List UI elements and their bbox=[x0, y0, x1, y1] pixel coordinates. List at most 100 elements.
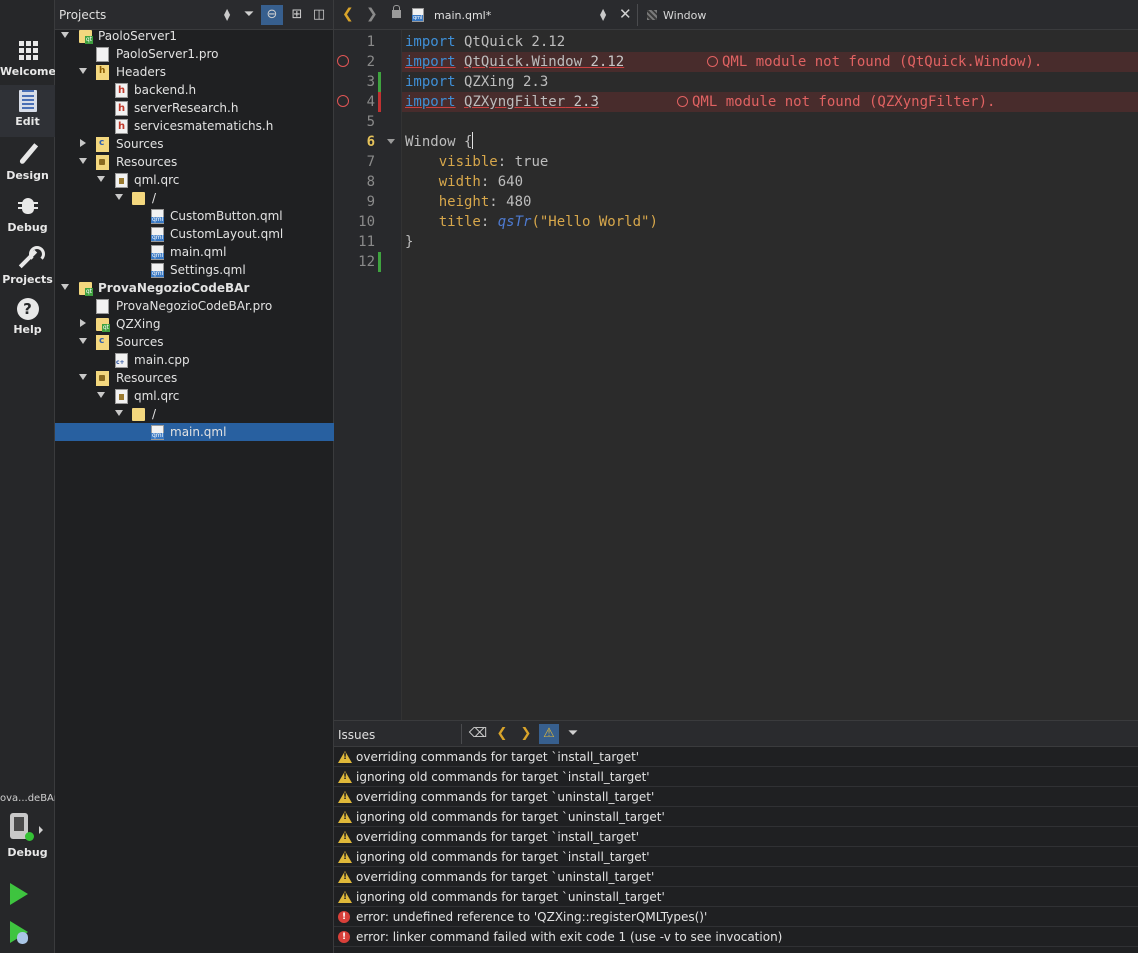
tree-item-folder[interactable]: Headers bbox=[55, 63, 334, 81]
tree-item-file[interactable]: Settings.qml bbox=[55, 261, 334, 279]
editor-toolbar: ❮ ❯ main.qml* ▲▼ ✕ Window bbox=[334, 0, 1138, 30]
clean-issues-button[interactable]: ⌫ bbox=[468, 724, 488, 744]
tree-item-file[interactable]: servicesmatematichs.h bbox=[55, 117, 334, 136]
issue-row[interactable]: ! error: linker command failed with exit … bbox=[334, 927, 1138, 947]
headers-folder-icon bbox=[96, 65, 109, 80]
tree-item-folder[interactable]: Sources bbox=[55, 135, 334, 153]
tree-item-file[interactable]: CustomButton.qml bbox=[55, 207, 334, 225]
issue-row[interactable]: ignoring old commands for target `uninst… bbox=[334, 887, 1138, 907]
mode-design[interactable]: Design bbox=[0, 137, 55, 189]
mode-help[interactable]: ? Help bbox=[0, 293, 55, 345]
expand-arrow-icon bbox=[97, 392, 105, 398]
tree-item-label: ProvaNegozioCodeBAr bbox=[98, 281, 250, 295]
close-document-button[interactable]: ✕ bbox=[619, 6, 632, 22]
tree-item-file[interactable]: serverResearch.h bbox=[55, 99, 334, 118]
link-with-editor-button[interactable]: ⊖ bbox=[261, 5, 283, 25]
go-forward-button[interactable]: ❯ bbox=[366, 7, 378, 21]
warning-icon bbox=[338, 771, 352, 783]
tree-item-folder[interactable]: / bbox=[55, 405, 334, 423]
tree-item-file[interactable]: qml.qrc bbox=[55, 171, 334, 189]
tree-item-folder[interactable]: Resources bbox=[55, 369, 334, 387]
kit-selector-button[interactable]: Debug bbox=[0, 808, 55, 860]
warning-icon bbox=[338, 851, 352, 863]
tree-item-file[interactable]: qml.qrc bbox=[55, 387, 334, 405]
tree-item-folder[interactable]: / bbox=[55, 189, 334, 207]
line-number: 11 bbox=[358, 234, 375, 250]
show-warnings-toggle[interactable]: ⚠ bbox=[539, 724, 559, 744]
updown-arrows-icon: ▲ ▼ bbox=[600, 7, 607, 22]
run-button[interactable] bbox=[10, 883, 28, 905]
folder-icon bbox=[132, 192, 145, 205]
warning-icon bbox=[338, 791, 352, 803]
expand-arrow-icon bbox=[39, 826, 43, 834]
issue-row[interactable]: ignoring old commands for target `uninst… bbox=[334, 807, 1138, 827]
tree-item-label: CustomLayout.qml bbox=[170, 227, 284, 241]
mode-welcome[interactable]: Welcome bbox=[0, 33, 56, 85]
tree-item-file[interactable]: ProvaNegozioCodeBAr.pro bbox=[55, 297, 334, 315]
mode-edit[interactable]: Edit bbox=[0, 85, 55, 137]
inline-diagnostic: QML module not found (QZXyngFilter). bbox=[677, 92, 995, 112]
code-text: QtQuick 2.12 bbox=[455, 34, 566, 50]
tree-item-file[interactable]: backend.h bbox=[55, 81, 334, 100]
issue-row[interactable]: ! error: undefined reference to 'QZXing::… bbox=[334, 907, 1138, 927]
code-property: height bbox=[438, 194, 490, 210]
issue-row[interactable]: overriding commands for target `uninstal… bbox=[334, 787, 1138, 807]
next-issue-button[interactable]: ❯ bbox=[516, 724, 536, 744]
expand-arrow-icon bbox=[115, 410, 123, 416]
line-number: 1 bbox=[366, 34, 375, 50]
qml-file-icon bbox=[151, 227, 165, 242]
go-back-button[interactable]: ❮ bbox=[342, 7, 354, 21]
open-document-selector[interactable]: main.qml* bbox=[434, 9, 491, 22]
mode-projects[interactable]: Projects bbox=[0, 241, 55, 293]
code-editor[interactable]: import QtQuick 2.12 import QtQuick.Windo… bbox=[402, 30, 1138, 720]
mode-debug[interactable]: Debug bbox=[0, 189, 55, 241]
code-keyword: import bbox=[405, 94, 456, 110]
tree-item-file[interactable]: main.cpp bbox=[55, 351, 334, 369]
filter-issues-button[interactable]: ⏷ bbox=[563, 724, 583, 744]
pen-icon bbox=[16, 142, 40, 166]
issue-row[interactable]: overriding commands for target `install_… bbox=[334, 827, 1138, 847]
tree-item-label: backend.h bbox=[134, 83, 197, 97]
tree-item-file[interactable]: PaoloServer1.pro bbox=[55, 45, 334, 63]
error-marker-icon[interactable] bbox=[337, 55, 349, 67]
tree-item-file[interactable]: main.qml bbox=[55, 243, 334, 261]
tree-item-folder[interactable]: QZXing bbox=[55, 315, 334, 333]
line-number-gutter[interactable]: 1 2 3 4 5 6 7 8 9 10 11 12 bbox=[334, 30, 402, 720]
issues-toolbar: Issues ⌫ ❮ ❯ ⚠ ⏷ bbox=[334, 721, 1138, 747]
issue-row[interactable]: overriding commands for target `install_… bbox=[334, 747, 1138, 767]
symbol-selector[interactable]: Window bbox=[663, 9, 706, 22]
toolbar-divider bbox=[637, 4, 638, 26]
split-button[interactable]: ⊞ bbox=[286, 5, 308, 25]
header-file-icon bbox=[115, 82, 128, 100]
tree-item-label: Settings.qml bbox=[170, 263, 246, 277]
previous-issue-button[interactable]: ❮ bbox=[492, 724, 512, 744]
code-text: QZXing 2.3 bbox=[455, 74, 549, 90]
pro-file-icon bbox=[96, 47, 109, 62]
issue-row[interactable]: ignoring old commands for target `instal… bbox=[334, 767, 1138, 787]
code-text: : 640 bbox=[480, 174, 524, 190]
close-sidebar-button[interactable]: ◫ bbox=[308, 5, 330, 25]
issue-row[interactable]: overriding commands for target `uninstal… bbox=[334, 867, 1138, 887]
line-number-current: 6 bbox=[366, 134, 375, 150]
filter-tree-button[interactable]: ⏷ bbox=[238, 5, 260, 25]
tree-item-folder[interactable]: Resources bbox=[55, 153, 334, 171]
issue-text: error: undefined reference to 'QZXing::r… bbox=[356, 910, 708, 924]
expand-arrow-icon bbox=[115, 194, 123, 200]
mode-label: Projects bbox=[2, 273, 53, 286]
expand-arrow-icon bbox=[61, 32, 69, 38]
resources-folder-icon bbox=[96, 371, 109, 386]
tree-item-file[interactable]: CustomLayout.qml bbox=[55, 225, 334, 243]
projects-view-selector[interactable]: Projects bbox=[59, 8, 106, 22]
tree-item-project[interactable]: PaoloServer1 bbox=[55, 27, 334, 45]
code-line: import QtQuick 2.12 bbox=[402, 32, 1138, 52]
tree-item-folder[interactable]: Sources bbox=[55, 333, 334, 351]
grid-icon bbox=[16, 38, 40, 62]
error-marker-icon[interactable] bbox=[337, 95, 349, 107]
error-circle-icon bbox=[707, 56, 718, 67]
fold-arrow-icon[interactable] bbox=[387, 139, 395, 144]
expand-arrow-icon bbox=[79, 158, 87, 164]
issue-row[interactable]: ignoring old commands for target `instal… bbox=[334, 847, 1138, 867]
code-property: width bbox=[438, 174, 481, 190]
tree-item-project[interactable]: ProvaNegozioCodeBAr bbox=[55, 279, 334, 297]
tree-item-file-selected[interactable]: main.qml bbox=[55, 423, 334, 441]
